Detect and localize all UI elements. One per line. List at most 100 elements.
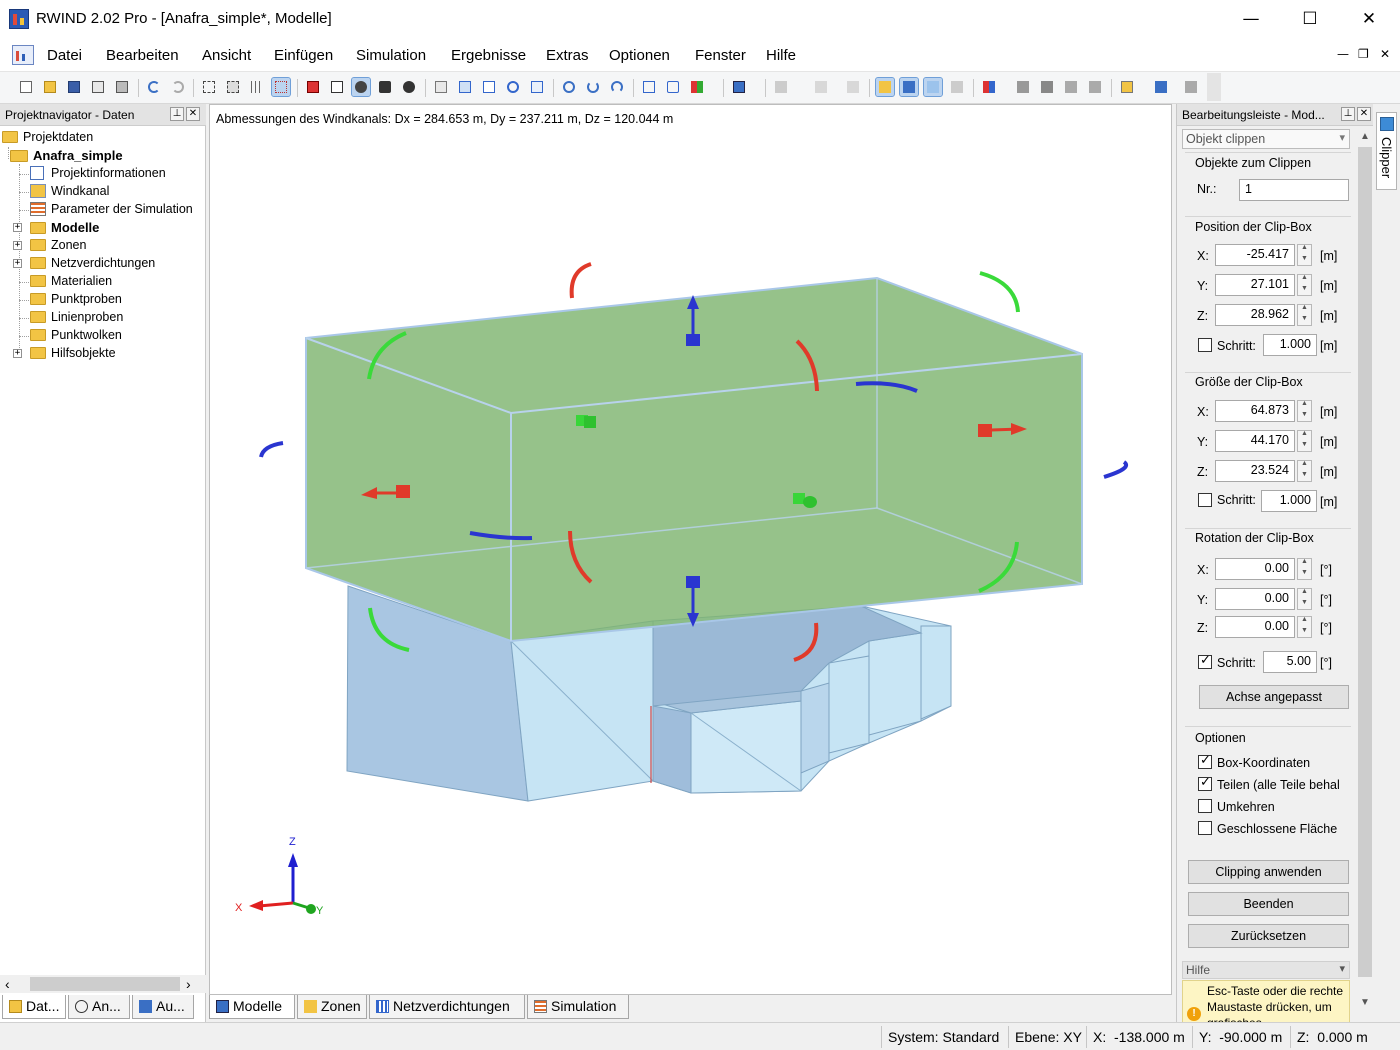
menu-simulation[interactable]: Simulation	[356, 47, 426, 64]
scroll-up-icon[interactable]: ▲	[1360, 131, 1370, 142]
option-box-coordinates-checkbox[interactable]	[1198, 753, 1212, 769]
box-dropdown-icon[interactable]	[730, 78, 748, 96]
scroll-left-icon[interactable]: ‹	[5, 976, 10, 992]
expand-hilfsobjekte-icon[interactable]: +	[13, 349, 22, 358]
fit-axis-button[interactable]: Achse angepasst	[1199, 685, 1349, 709]
render-hidden-icon[interactable]	[1038, 78, 1056, 96]
scale-icon[interactable]	[400, 78, 418, 96]
close-panel-icon[interactable]: ✕	[186, 107, 200, 121]
mdi-restore-button[interactable]: ❐	[1358, 47, 1369, 61]
zoom-all-icon[interactable]	[528, 78, 546, 96]
display-mode-3-icon[interactable]	[923, 77, 943, 97]
move-icon[interactable]	[351, 77, 371, 97]
layers-icon[interactable]	[844, 78, 862, 96]
option-invert-checkbox[interactable]	[1198, 799, 1212, 813]
scroll-right-icon[interactable]: ›	[186, 976, 191, 992]
apply-clipping-button[interactable]: Clipping anwenden	[1188, 860, 1349, 884]
tree-item-materialien[interactable]: Materialien	[30, 274, 112, 292]
results-dropdown-icon[interactable]	[1118, 78, 1136, 96]
rotate-icon[interactable]	[376, 78, 394, 96]
select-window-icon[interactable]	[224, 78, 242, 96]
reset-button[interactable]: Zurücksetzen	[1188, 924, 1349, 948]
menu-fenster[interactable]: Fenster	[695, 47, 746, 64]
expand-netzverdichtungen-icon[interactable]: +	[13, 259, 22, 268]
rotate-x-handle[interactable]	[569, 262, 592, 299]
rot-z-spinner[interactable]	[1297, 616, 1312, 638]
open-folder-icon[interactable]	[41, 78, 59, 96]
rotate-z-handle-3[interactable]	[1103, 460, 1129, 479]
tree-item-linienproben[interactable]: Linienproben	[30, 310, 123, 328]
document-menu-icon[interactable]	[12, 45, 34, 65]
size-y-spinner[interactable]	[1297, 430, 1312, 452]
align-icon[interactable]	[664, 78, 682, 96]
mdi-close-button[interactable]: ✕	[1380, 47, 1390, 61]
rotate-z-handle-2[interactable]	[259, 441, 284, 458]
menu-bearbeiten[interactable]: Bearbeiten	[106, 47, 179, 64]
rot-x-spinner[interactable]	[1297, 558, 1312, 580]
rot-x-field[interactable]: 0.00	[1215, 558, 1295, 580]
regenerate-icon[interactable]	[608, 78, 626, 96]
tree-item-projektinformationen[interactable]: Projektinformationen	[30, 166, 166, 184]
pos-step-field[interactable]: 1.000	[1263, 334, 1317, 356]
side-tab-clipper[interactable]: Clipper	[1376, 112, 1397, 190]
rotate-y-handle[interactable]	[979, 271, 1020, 313]
tree-item-windkanal[interactable]: Windkanal	[30, 184, 109, 202]
rot-y-field[interactable]: 0.00	[1215, 588, 1295, 610]
print-preview-icon[interactable]	[89, 78, 107, 96]
rot-step-field[interactable]: 5.00	[1263, 651, 1317, 673]
tab-simulation[interactable]: Simulation	[527, 995, 629, 1019]
tab-zonen[interactable]: Zonen	[297, 995, 367, 1019]
size-x-field[interactable]: 64.873	[1215, 400, 1295, 422]
tools-dropdown-icon[interactable]	[1152, 78, 1170, 96]
tree-item-hilfsobjekte[interactable]: Hilfsobjekte	[30, 346, 116, 364]
expand-modelle-icon[interactable]: +	[13, 223, 22, 232]
size-step-checkbox[interactable]	[1198, 493, 1212, 507]
rot-z-field[interactable]: 0.00	[1215, 616, 1295, 638]
display-mode-1-icon[interactable]	[875, 77, 895, 97]
menu-hilfe[interactable]: Hilfe	[766, 47, 796, 64]
pin-icon[interactable]: ⊥	[1341, 107, 1355, 121]
tab-daten[interactable]: Dat...	[2, 995, 66, 1019]
tab-netzverdichtungen[interactable]: Netzverdichtungen	[369, 995, 525, 1019]
rot-step-checkbox[interactable]	[1198, 653, 1212, 669]
size-x-spinner[interactable]	[1297, 400, 1312, 422]
rot-y-spinner[interactable]	[1297, 588, 1312, 610]
pos-y-spinner[interactable]	[1297, 274, 1312, 296]
pos-y-field[interactable]: 27.101	[1215, 274, 1295, 296]
tree-item-zonen[interactable]: Zonen	[30, 238, 86, 256]
display-mode-2-icon[interactable]	[899, 77, 919, 97]
edit-panel-scrollbar[interactable]: ▲ ▼	[1357, 129, 1373, 1009]
maximize-button[interactable]: ☐	[1281, 0, 1339, 38]
model-red-icon[interactable]	[304, 78, 322, 96]
snap-grid-icon[interactable]	[271, 77, 291, 97]
menu-ergebnisse[interactable]: Ergebnisse	[451, 47, 526, 64]
scroll-thumb[interactable]	[30, 977, 180, 991]
toolbar-overflow[interactable]	[1207, 73, 1221, 101]
scroll-thumb[interactable]	[1358, 147, 1372, 977]
menu-extras[interactable]: Extras	[546, 47, 589, 64]
menu-optionen[interactable]: Optionen	[609, 47, 670, 64]
section-2-icon[interactable]	[1086, 78, 1104, 96]
option-split-checkbox[interactable]	[1198, 775, 1212, 791]
pos-z-spinner[interactable]	[1297, 304, 1312, 326]
view-front-icon[interactable]	[456, 78, 474, 96]
size-y-field[interactable]: 44.170	[1215, 430, 1295, 452]
finish-button[interactable]: Beenden	[1188, 892, 1349, 916]
render-wire-icon[interactable]	[1014, 78, 1032, 96]
display-mode-4-icon[interactable]	[948, 78, 966, 96]
copy-object-icon[interactable]	[640, 78, 658, 96]
new-file-icon[interactable]	[17, 78, 35, 96]
tab-anzeigen[interactable]: An...	[68, 995, 130, 1019]
refresh-icon[interactable]	[584, 78, 602, 96]
pin-icon[interactable]: ⊥	[170, 107, 184, 121]
size-z-spinner[interactable]	[1297, 460, 1312, 482]
status-system[interactable]: System: Standard	[888, 1029, 999, 1045]
size-z-field[interactable]: 23.524	[1215, 460, 1295, 482]
menu-einfuegen[interactable]: Einfügen	[274, 47, 333, 64]
model-viewport[interactable]: Abmessungen des Windkanals: Dx = 284.653…	[209, 104, 1172, 995]
help-header[interactable]: Hilfe	[1182, 961, 1350, 979]
tree-item-punktwolken[interactable]: Punktwolken	[30, 328, 122, 346]
tab-modelle[interactable]: Modelle	[209, 995, 295, 1019]
pos-x-field[interactable]: -25.417	[1215, 244, 1295, 266]
mode-combo[interactable]: Objekt clippen	[1182, 129, 1350, 149]
